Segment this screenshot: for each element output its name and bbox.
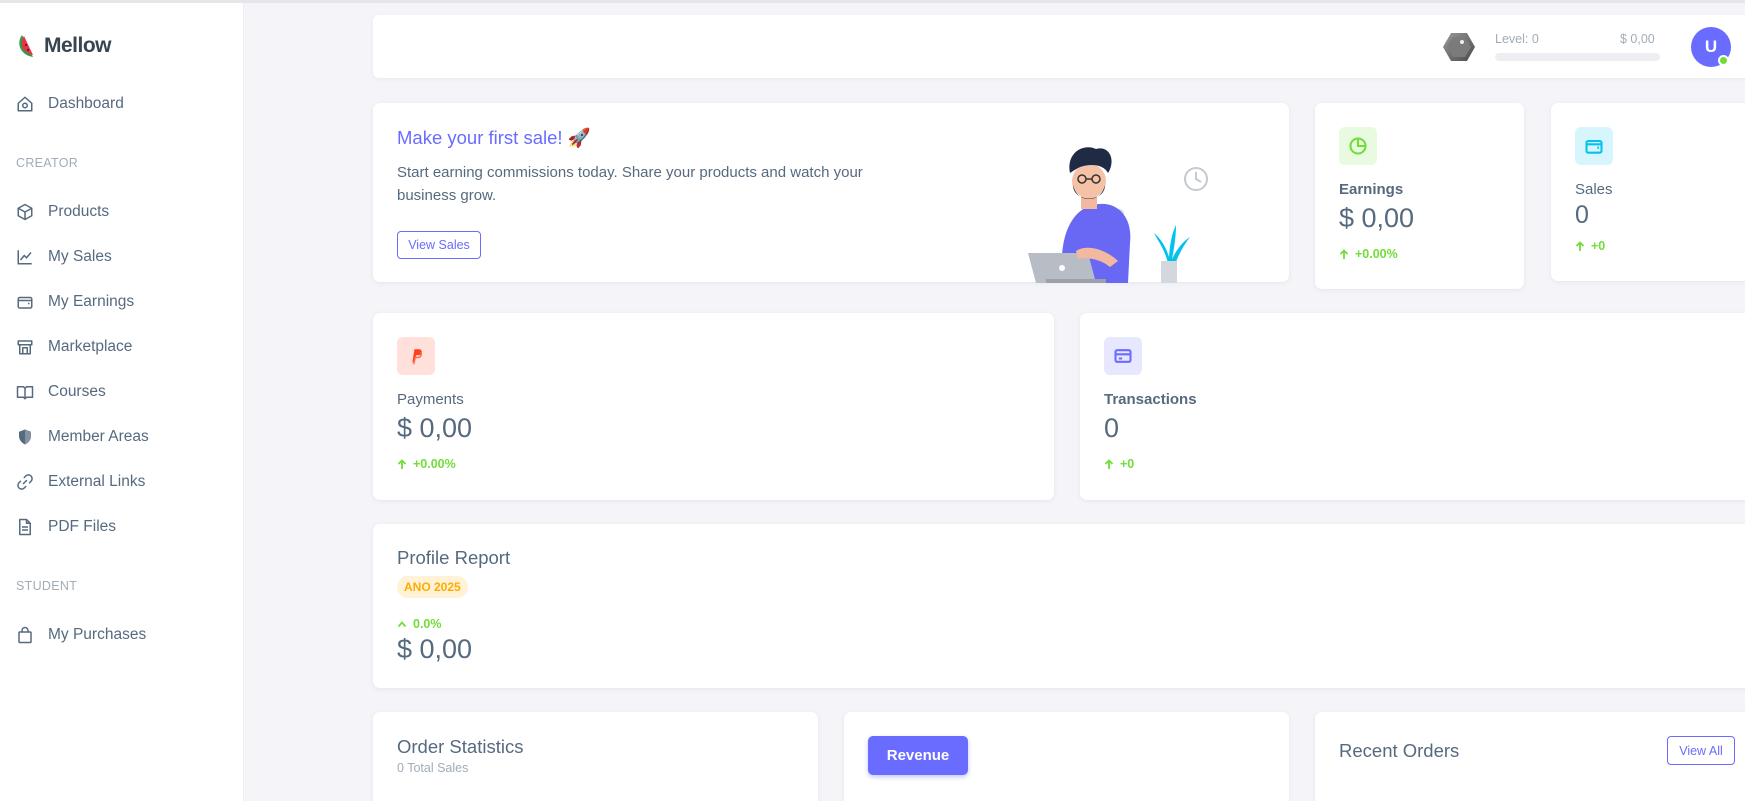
sidebar-item-my-sales[interactable]: My Sales (16, 243, 112, 271)
welcome-title: Make your first sale! 🚀 (397, 127, 591, 148)
box-icon (16, 203, 34, 221)
payments-label: Payments (397, 391, 464, 408)
transactions-change: +0 (1104, 457, 1134, 471)
link-icon (16, 473, 34, 491)
sidebar-item-label: My Purchases (48, 626, 147, 643)
top-navbar (373, 15, 1745, 78)
sidebar-item-label: Courses (48, 383, 106, 400)
sidebar-item-pdf-files[interactable]: PDF Files (16, 513, 116, 541)
earnings-change-text: +0.00% (1355, 247, 1398, 261)
shield-icon (16, 428, 34, 446)
welcome-card: Make your first sale! 🚀 Start earning co… (373, 103, 1289, 283)
credit-card-icon (1104, 337, 1142, 375)
sales-card: Sales 0 +0 (1551, 103, 1745, 281)
profile-report-value: $ 0,00 (397, 634, 473, 664)
sidebar-item-dashboard[interactable]: Dashboard (16, 90, 124, 118)
sidebar-item-external-links[interactable]: External Links (16, 468, 145, 496)
profile-report-change: 0.0% (397, 617, 442, 631)
shopping-bag-icon (16, 626, 34, 644)
sales-label: Sales (1575, 181, 1613, 198)
transactions-change-text: +0 (1120, 457, 1135, 471)
view-sales-button[interactable]: View Sales (397, 231, 481, 259)
profile-report-change-text: 0.0% (413, 617, 442, 631)
profile-report-card: Profile Report ANO 2025 0.0% $ 0,00 (373, 524, 1745, 688)
level-balance: $ 0,00 (1620, 32, 1655, 46)
sidebar-item-label: PDF Files (48, 518, 117, 535)
payments-change: +0.00% (397, 457, 456, 471)
recent-orders-title: Recent Orders (1339, 740, 1460, 761)
sidebar-item-label: Marketplace (48, 338, 133, 355)
arrow-up-icon (1575, 240, 1585, 251)
paypal-icon (397, 337, 435, 375)
man-with-laptop-illustration (1028, 147, 1208, 283)
top-border (0, 0, 1745, 3)
online-status-dot (1718, 55, 1729, 66)
book-icon (16, 383, 34, 401)
sales-change-text: +0 (1591, 239, 1606, 253)
app-name: Mellow (44, 34, 112, 57)
arrow-up-icon (397, 458, 407, 469)
transactions-card: Transactions 0 +0 (1080, 313, 1745, 500)
sidebar-item-products[interactable]: Products (16, 198, 109, 226)
watermelon-logo-icon (19, 35, 33, 57)
section-label-creator: CREATOR (16, 156, 79, 170)
sales-value: 0 (1575, 201, 1589, 229)
welcome-text: Start earning commissions today. Share y… (397, 164, 863, 204)
sidebar-item-my-earnings[interactable]: My Earnings (16, 288, 134, 316)
earnings-label: Earnings (1339, 181, 1404, 198)
profile-report-title: Profile Report (397, 547, 511, 568)
view-all-button[interactable]: View All (1667, 736, 1735, 765)
sidebar: Mellow Dashboard CREATOR Products My Sal… (0, 3, 244, 801)
sidebar-item-label: My Sales (48, 248, 112, 265)
level-hexagon-icon (1443, 33, 1475, 61)
payments-change-text: +0.00% (413, 457, 456, 471)
arrow-up-icon (1339, 248, 1349, 259)
recent-orders-card: Recent Orders View All (1315, 712, 1745, 801)
transactions-label: Transactions (1104, 391, 1197, 408)
app-logo[interactable]: Mellow (18, 33, 112, 59)
sidebar-item-marketplace[interactable]: Marketplace (16, 333, 132, 361)
order-statistics-subtitle: 0 Total Sales (397, 761, 469, 775)
earnings-chart-icon (1339, 127, 1377, 165)
home-icon (16, 95, 34, 113)
earnings-card: Earnings $ 0,00 +0.00% (1315, 103, 1524, 289)
sidebar-item-member-areas[interactable]: Member Areas (16, 423, 149, 451)
chevron-up-icon (397, 621, 407, 628)
chart-line-icon (16, 248, 34, 266)
sidebar-item-label: External Links (48, 473, 146, 490)
payments-value: $ 0,00 (397, 413, 473, 443)
sales-change: +0 (1575, 239, 1605, 253)
wallet-icon (16, 293, 34, 311)
wallet-icon (1575, 127, 1613, 165)
sidebar-item-label: Products (48, 203, 110, 220)
earnings-change: +0.00% (1339, 247, 1398, 261)
level-label: Level: 0 (1495, 32, 1539, 46)
sidebar-item-label: Dashboard (48, 95, 124, 112)
order-statistics-card: Order Statistics 0 Total Sales (373, 712, 818, 801)
order-statistics-title: Order Statistics (397, 736, 524, 757)
section-label-student: STUDENT (16, 579, 78, 593)
file-icon (16, 518, 34, 536)
arrow-up-icon (1104, 458, 1114, 469)
level-progress-bar (1495, 53, 1660, 61)
payments-card: Payments $ 0,00 +0.00% (373, 313, 1054, 500)
sidebar-item-label: Member Areas (48, 428, 149, 445)
revenue-card: Revenue (844, 712, 1289, 801)
revenue-button[interactable]: Revenue (868, 736, 968, 775)
sidebar-item-label: My Earnings (48, 293, 135, 310)
year-badge: ANO 2025 (397, 576, 468, 598)
earnings-value: $ 0,00 (1339, 203, 1415, 233)
transactions-value: 0 (1104, 413, 1120, 443)
sidebar-item-courses[interactable]: Courses (16, 378, 106, 406)
store-icon (16, 338, 34, 356)
sidebar-item-my-purchases[interactable]: My Purchases (16, 621, 146, 649)
